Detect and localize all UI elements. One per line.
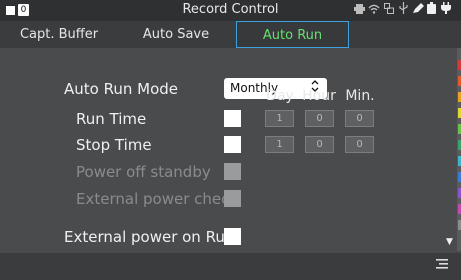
auto-run-mode-label: Auto Run Mode xyxy=(64,80,178,98)
power-off-standby-label: Power off standby xyxy=(76,163,211,181)
stop-time-checkbox[interactable] xyxy=(224,136,241,153)
tab-auto-run[interactable]: Auto Run xyxy=(236,21,349,48)
tab-capt-buffer[interactable]: Capt. Buffer xyxy=(4,21,114,48)
usb-storage-icon xyxy=(383,2,395,19)
wifi-icon xyxy=(368,2,380,19)
hour-header: Hour xyxy=(302,88,336,104)
power-plug-icon xyxy=(440,2,452,19)
bottom-bar xyxy=(0,253,461,280)
external-power-check-label: External power check xyxy=(76,190,239,208)
usb-icon xyxy=(397,2,409,19)
run-time-checkbox[interactable] xyxy=(224,110,241,127)
stop-time-min-field[interactable]: 0 xyxy=(345,136,374,153)
day-header: Day xyxy=(266,88,294,104)
tab-auto-save[interactable]: Auto Save xyxy=(120,21,232,48)
external-power-check-checkbox[interactable] xyxy=(224,190,241,207)
stop-time-hour-field[interactable]: 0 xyxy=(305,136,334,153)
battery-icon xyxy=(426,2,437,19)
min-header: Min. xyxy=(345,88,375,104)
menu-icon[interactable] xyxy=(436,258,448,274)
external-power-on-run-label: External power on Run xyxy=(64,228,235,246)
stop-time-label: Stop Time xyxy=(76,136,152,154)
run-time-min-field[interactable]: 0 xyxy=(345,110,374,127)
scroll-down-icon[interactable]: ▼ xyxy=(446,237,453,247)
power-off-standby-checkbox[interactable] xyxy=(224,163,241,180)
stop-time-day-field[interactable]: 1 xyxy=(265,136,294,153)
printer-icon xyxy=(353,2,365,19)
run-time-day-field[interactable]: 1 xyxy=(265,110,294,127)
pen-icon xyxy=(411,2,424,19)
run-time-hour-field[interactable]: 0 xyxy=(305,110,334,127)
external-power-on-run-checkbox[interactable] xyxy=(224,228,241,245)
run-time-label: Run Time xyxy=(76,110,147,128)
